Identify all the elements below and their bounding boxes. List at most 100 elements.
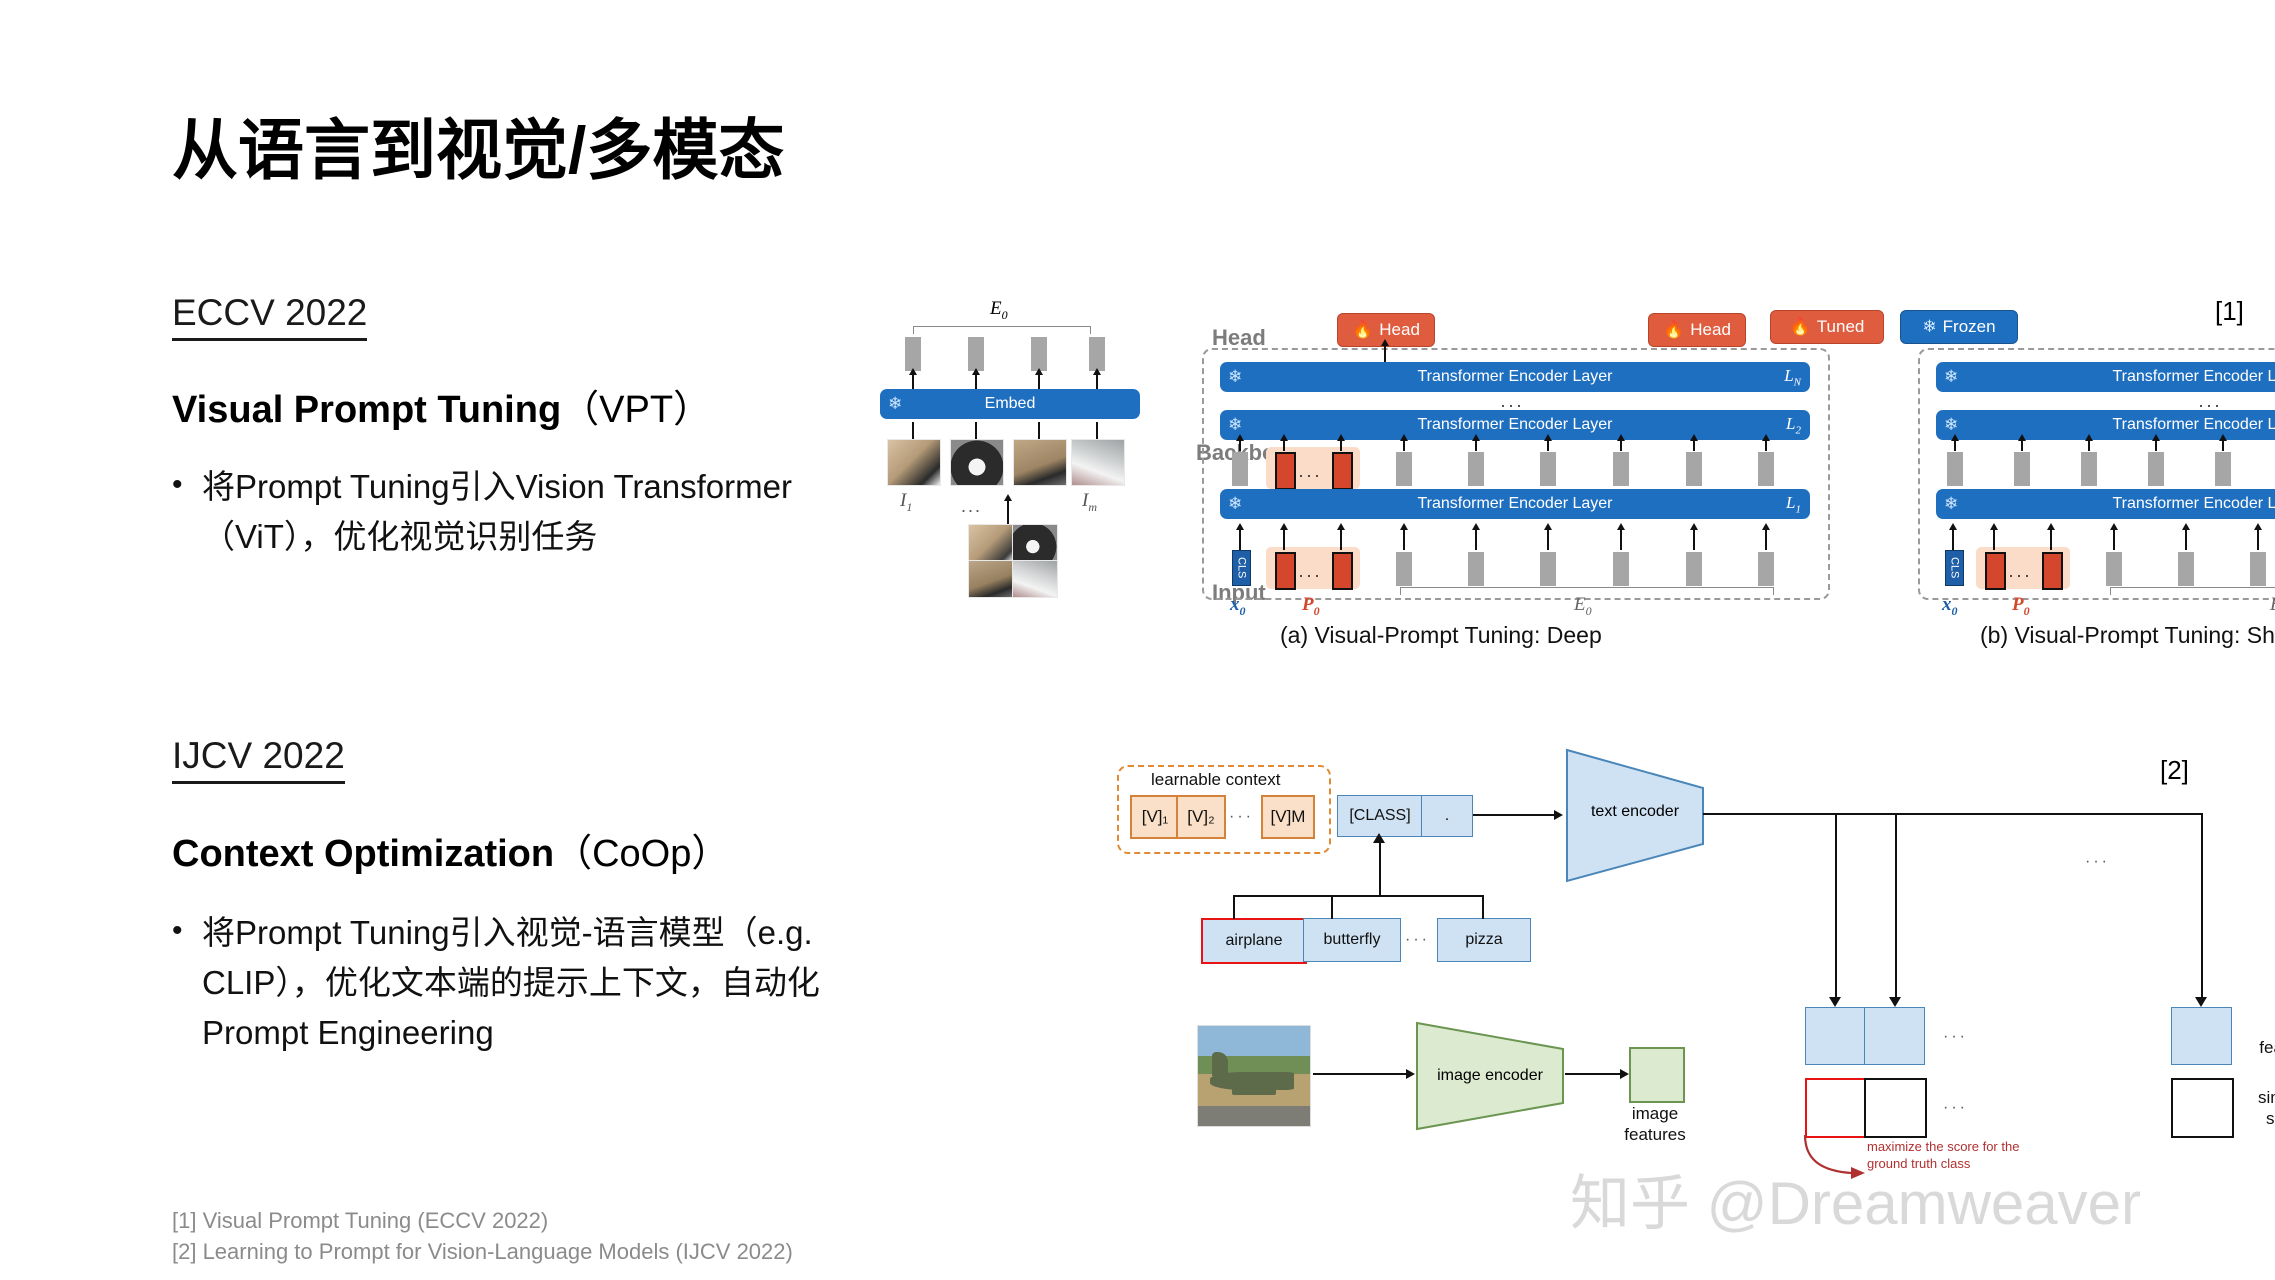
similarity-score-box: [1864, 1078, 1927, 1138]
bullet-coop-text: 将Prompt Tuning引入视觉-语言模型（e.g. CLIP），优化文本端…: [202, 914, 820, 1052]
shallow-input-arrow: [2110, 523, 2118, 550]
similarity-score-box-highlighted: [1805, 1078, 1868, 1138]
class-name-pizza: pizza: [1437, 918, 1531, 962]
shallow-mid-arrow: [2085, 434, 2093, 451]
class-name-airplane: airplane: [1201, 918, 1307, 964]
shallow-input-prompt-ellipsis: ···: [2008, 565, 2032, 585]
shallow-x0-label: x0: [1942, 594, 1958, 618]
shallow-mid-token: [2148, 452, 2164, 486]
image-label-last: Im: [1082, 490, 1097, 514]
image-encoder-label: image encoder: [1437, 1067, 1543, 1084]
text-features-ellipsis: ···: [1943, 1028, 1968, 1045]
paper-title-coop: Context Optimization（CoOp）: [172, 822, 729, 877]
patch-image: [1071, 439, 1125, 486]
patch-image: [950, 439, 1004, 486]
image-label-first: I1: [900, 490, 913, 514]
patch-image: [887, 439, 941, 486]
shallow-input-token: [2178, 552, 2194, 586]
class-tree-horizontal: [1233, 895, 1483, 897]
source-image-quadrant: [968, 524, 1014, 562]
shallow-encoder-L1-label: Transformer Encoder Layer: [2112, 495, 2275, 512]
shallow-input-arrow: [1949, 523, 1957, 550]
source-image-quadrant: [1012, 560, 1058, 598]
source-image-quadrant: [1012, 524, 1058, 562]
section-venue-ijcv: IJCV 2022: [172, 735, 345, 784]
text-feature-wire: [1895, 813, 1897, 1003]
text-feature-wire: [1835, 813, 1837, 1003]
class-to-text-encoder-arrow: [1473, 810, 1563, 820]
source-image-quadrant: [968, 560, 1014, 598]
embed-token: [1089, 337, 1105, 371]
page-title: 从语言到视觉/多模态: [172, 113, 785, 187]
footnote-1: [1] Visual Prompt Tuning (ECCV 2022): [172, 1208, 549, 1233]
context-token-v1: [V]₁: [1130, 795, 1180, 839]
shallow-mid-arrow: [1951, 434, 1959, 451]
class-tree-branch: [1331, 895, 1333, 919]
image-to-encoder-arrow: [1313, 1069, 1415, 1079]
shallow-E0-bracket: [2110, 587, 2275, 595]
maximize-annotation-arrow: [1803, 1134, 1865, 1179]
class-token-box: [CLASS]: [1337, 795, 1423, 837]
embed-output-bracket: [913, 326, 1091, 334]
text-encoder-output-bus: [1703, 813, 2203, 815]
text-feature-box: [1805, 1007, 1866, 1065]
similarity-scores-label: similarityscores: [2257, 1088, 2275, 1129]
shallow-mid-arrow: [2152, 434, 2160, 451]
shallow-input-token: [2106, 552, 2122, 586]
shallow-mid-arrow: [2018, 434, 2026, 451]
embed-output-label: E0: [990, 298, 1008, 322]
shallow-input-arrow: [2047, 523, 2055, 550]
text-feature-wire: [2201, 813, 2203, 1003]
context-token-v2: [V]₂: [1176, 795, 1226, 839]
learnable-context-label: learnable context: [1151, 770, 1281, 789]
image-features-label: image features: [1624, 1104, 1686, 1145]
shallow-mid-token: [2215, 452, 2231, 486]
input-image-airplane: [1197, 1025, 1311, 1127]
coop-figure: learnable context [V]₁ [V]₂ ··· [V]M [CL…: [1105, 735, 2275, 1185]
text-feature-box: [2171, 1007, 2232, 1065]
text-feature-box: [1864, 1007, 1925, 1065]
encoder-to-image-features-arrow: [1565, 1069, 1629, 1079]
shallow-mid-token: [1947, 452, 1963, 486]
shallow-P0-label: P0: [2012, 594, 2030, 618]
shallow-input-arrow: [2182, 523, 2190, 550]
shallow-mid-token: [2081, 452, 2097, 486]
shallow-mid-token: [2014, 452, 2030, 486]
bullet-marker: •: [172, 468, 183, 501]
image-label-ellipsis: ...: [961, 496, 983, 516]
text-features-label: textfeatures: [2259, 1038, 2275, 1058]
bullet-vpt: • 将Prompt Tuning引入Vision Transformer（ViT…: [172, 462, 822, 562]
embed-input-line: [1038, 422, 1040, 439]
paper-title-coop-abbrev: （CoOp）: [554, 833, 730, 875]
footnote-2: [2] Learning to Prompt for Vision-Langua…: [172, 1239, 793, 1265]
bullet-vpt-text: 将Prompt Tuning引入Vision Transformer（ViT），…: [202, 468, 792, 556]
shallow-input-arrow: [2254, 523, 2262, 550]
embed-input-line: [912, 422, 914, 439]
shallow-caption: (b) Visual-Prompt Tuning: Shallow: [1980, 622, 2275, 648]
class-tree-branch: [1233, 895, 1235, 919]
shallow-input-prompt-token: [2042, 552, 2063, 590]
context-token-vm: [V]M: [1261, 795, 1315, 839]
text-encoder-label: text encoder: [1590, 803, 1680, 820]
embed-token: [905, 337, 921, 371]
class-name-butterfly: butterfly: [1303, 918, 1401, 962]
shallow-E0-label: E0: [2270, 594, 2275, 619]
embed-arrow: [1093, 368, 1101, 389]
class-tree-arrowhead: [1373, 833, 1385, 843]
embed-arrow: [1035, 368, 1043, 389]
shallow-encoder-LN: ❄ Transformer Encoder Layer LN: [1936, 362, 2275, 392]
similarity-score-box: [2171, 1078, 2234, 1138]
class-tree-branch: [1482, 895, 1484, 919]
section-venue-eccv: ECCV 2022: [172, 292, 368, 341]
class-tree-stem: [1379, 839, 1381, 896]
period-token-box: .: [1421, 795, 1473, 837]
shallow-input-arrow: [1990, 523, 1998, 550]
text-feature-arrowhead: [2195, 997, 2207, 1007]
embed-token: [1031, 337, 1047, 371]
paper-title-vpt-abbrev: （VPT）: [561, 389, 712, 431]
airplane-tail: [1212, 1052, 1228, 1076]
similarity-scores-ellipsis: ···: [1943, 1099, 1968, 1116]
maximize-annotation-text: maximize the score for the ground truth c…: [1867, 1139, 2020, 1171]
shallow-encoder-LN-label: Transformer Encoder Layer: [2112, 368, 2275, 385]
source-image-arrow: [1004, 494, 1012, 524]
